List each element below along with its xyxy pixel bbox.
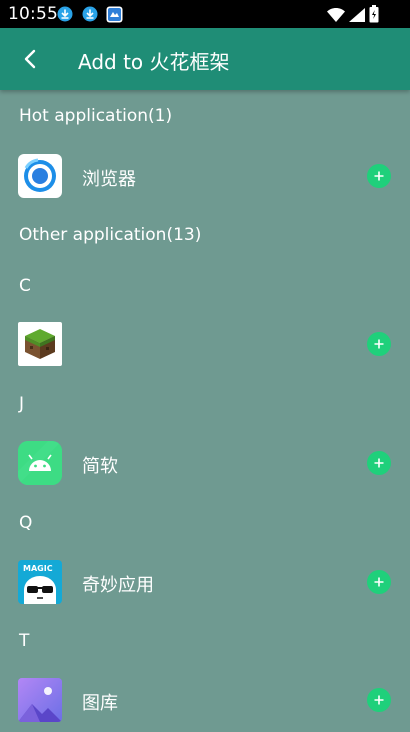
section-header-hot: Hot application(1) [19,106,173,126]
add-icon[interactable] [367,451,391,475]
android-app-icon [18,441,62,485]
add-icon[interactable] [367,164,391,188]
index-letter-j: J [19,394,25,414]
app-bar: Add to 火花框架 [0,28,410,90]
app-name: 图库 [82,693,118,714]
section-header-other: Other application(13) [19,225,202,245]
app-name: 奇妙应用 [82,575,154,596]
download-icon [57,6,73,22]
list-item-qimiao[interactable]: MAGIC 奇妙应用 [0,550,410,614]
add-icon[interactable] [367,570,391,594]
minecraft-app-icon [18,322,62,366]
app-name: 简软 [82,456,118,477]
status-bar: 10:55 [0,0,410,28]
list-item-minecraft[interactable] [0,312,410,376]
add-icon[interactable] [367,332,391,356]
download-icon [82,6,98,22]
index-letter-q: Q [19,513,33,533]
list-item-jianruan[interactable]: 简软 [0,431,410,495]
page-title: Add to 火花框架 [78,50,230,74]
status-time: 10:55 [8,4,58,24]
index-letter-t: T [19,631,30,651]
list-item-browser[interactable]: 浏览器 [0,144,410,208]
magic-icon-label: MAGIC [23,564,53,573]
app-name: 浏览器 [82,169,136,190]
list-item-gallery[interactable]: 图库 [0,668,410,732]
index-letter-c: C [19,276,31,296]
signal-icon [349,7,365,23]
magic-app-icon: MAGIC [18,560,62,604]
app-notification-icon [106,6,123,23]
battery-icon [369,5,385,23]
browser-app-icon [18,154,62,198]
wifi-icon [327,7,345,23]
arrow-back-icon[interactable] [18,47,42,71]
add-icon[interactable] [367,688,391,712]
gallery-app-icon [18,678,62,722]
